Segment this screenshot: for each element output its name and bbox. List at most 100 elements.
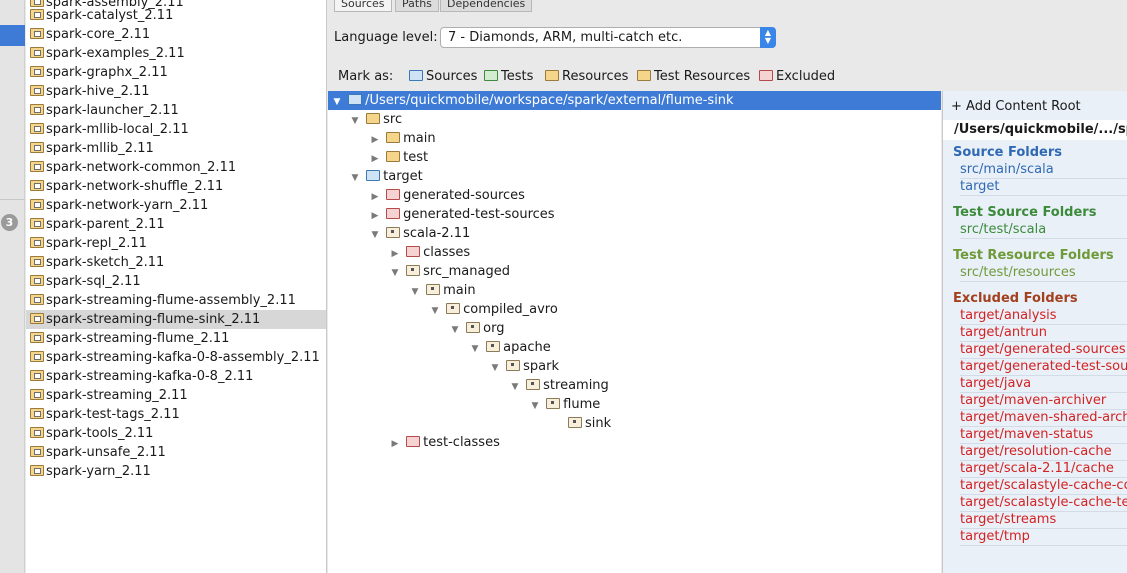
excluded-folder-item[interactable]: target/generated-sources (960, 342, 1127, 359)
mark-resources-button[interactable]: Resources (545, 69, 628, 84)
tree-node-apache[interactable]: ▼ apache (468, 338, 551, 357)
tree-node-spark[interactable]: ▼ spark (488, 357, 559, 376)
content-root-path[interactable]: /Users/quickmobile/.../spark (943, 120, 1127, 140)
module-item[interactable]: spark-tools_2.11 (26, 424, 326, 443)
tree-node-test-classes[interactable]: ▶ test-classes (388, 433, 500, 452)
tree-node-scala[interactable]: ▼ scala-2.11 (368, 224, 471, 245)
tab-paths[interactable]: Paths (395, 0, 439, 12)
tree-node-classes[interactable]: ▶ classes (388, 243, 471, 262)
excluded-folder-item[interactable]: target/tmp (960, 529, 1127, 546)
package-folder-icon (568, 417, 582, 428)
tree-node-sink[interactable]: sink (568, 414, 611, 433)
gutter-selection[interactable] (0, 25, 25, 46)
count-badge[interactable]: 3 (1, 214, 18, 231)
excluded-folder-item[interactable]: target/antrun (960, 325, 1127, 342)
module-item[interactable]: spark-streaming-kafka-0-8_2.11 (26, 367, 326, 386)
excluded-folder-item[interactable]: target/scala-2.11/cache (960, 461, 1127, 478)
module-folder-icon (30, 218, 44, 229)
module-item[interactable]: spark-hive_2.11 (26, 82, 326, 101)
module-item[interactable]: spark-unsafe_2.11 (26, 443, 326, 462)
module-item[interactable]: spark-streaming-flume_2.11 (26, 329, 326, 348)
expand-arrow-icon[interactable]: ▼ (528, 397, 542, 416)
expand-arrow-icon[interactable]: ▼ (428, 302, 442, 321)
package-folder-icon (486, 341, 501, 352)
source-folder-icon (366, 170, 381, 181)
mark-excluded-button[interactable]: Excluded (759, 69, 835, 84)
tree-node-src-managed[interactable]: ▼ src_managed (388, 262, 510, 281)
module-item[interactable]: spark-network-common_2.11 (26, 158, 326, 177)
tree-root[interactable]: ▼ /Users/quickmobile/workspace/spark/ext… (328, 91, 941, 110)
expand-arrow-icon[interactable]: ▼ (408, 283, 422, 302)
module-item[interactable]: spark-yarn_2.11 (26, 462, 326, 481)
module-item[interactable]: spark-core_2.11 (26, 25, 326, 44)
expand-arrow-icon[interactable]: ▼ (348, 112, 362, 131)
excluded-folder-item[interactable]: target/generated-test-sources (960, 359, 1127, 376)
module-folder-icon (30, 256, 44, 267)
excluded-folder-item[interactable]: target/scalastyle-cache-compile (960, 478, 1127, 495)
excluded-folder-item[interactable]: target/scalastyle-cache-test (960, 495, 1127, 512)
source-folder-item[interactable]: src/main/scala (960, 162, 1127, 179)
module-item[interactable]: spark-test-tags_2.11 (26, 405, 326, 424)
language-level-label: Language level: (334, 30, 438, 45)
expand-arrow-icon[interactable]: ▼ (508, 378, 522, 397)
tree-node-src-managed-main[interactable]: ▼ main (408, 281, 476, 300)
excluded-folder-item[interactable]: target/maven-status (960, 427, 1127, 444)
module-item[interactable]: spark-examples_2.11 (26, 44, 326, 63)
excluded-folder-item[interactable]: target/streams (960, 512, 1127, 529)
tree-node-target[interactable]: ▼ target (348, 167, 423, 186)
tab-sources[interactable]: Sources (334, 0, 392, 12)
excluded-folder-item[interactable]: target/analysis (960, 308, 1127, 325)
source-folder-icon (409, 70, 423, 81)
tree-node-flume[interactable]: ▼ flume (528, 395, 601, 416)
module-item[interactable]: spark-streaming-flume-assembly_2.11 (26, 291, 326, 310)
excluded-folder-icon (759, 70, 773, 81)
expand-arrow-icon[interactable]: ▼ (468, 340, 482, 359)
module-folder-icon (30, 104, 44, 115)
test-source-folder-item[interactable]: src/test/scala (960, 222, 1127, 239)
source-folder-item[interactable]: target (960, 179, 1127, 196)
mark-sources-button[interactable]: Sources (409, 69, 477, 84)
collapse-arrow-icon[interactable]: ▶ (388, 435, 402, 454)
module-item[interactable]: spark-sketch_2.11 (26, 253, 326, 272)
module-item[interactable]: spark-mllib_2.11 (26, 139, 326, 158)
excluded-folder-item[interactable]: target/resolution-cache (960, 444, 1127, 461)
module-item[interactable]: spark-graphx_2.11 (26, 63, 326, 82)
add-content-root-button[interactable]: + Add Content Root (951, 99, 1081, 114)
module-folder-icon (30, 123, 44, 134)
module-item-selected[interactable]: spark-streaming-flume-sink_2.11 (26, 310, 326, 329)
expand-arrow-icon[interactable]: ▼ (488, 359, 502, 378)
module-item[interactable]: spark-sql_2.11 (26, 272, 326, 291)
expand-arrow-icon[interactable]: ▼ (388, 264, 402, 283)
module-item[interactable]: spark-parent_2.11 (26, 215, 326, 234)
mark-test-resources-button[interactable]: Test Resources (637, 69, 750, 84)
expand-arrow-icon[interactable]: ▼ (348, 169, 362, 188)
module-item[interactable]: spark-launcher_2.11 (26, 101, 326, 120)
language-level-select[interactable]: 7 - Diamonds, ARM, multi-catch etc. ▲ ▼ (440, 27, 776, 48)
tree-node-src[interactable]: ▼ src (348, 110, 403, 131)
excluded-folder-item[interactable]: target/maven-shared-archive-resources (960, 410, 1127, 427)
expand-arrow-icon[interactable]: ▼ (330, 93, 344, 112)
module-list[interactable]: spark-assembly_2.11 spark-catalyst_2.11 … (26, 0, 327, 573)
module-item[interactable]: spark-streaming_2.11 (26, 386, 326, 405)
excluded-folder-item[interactable]: target/java (960, 376, 1127, 393)
mark-tests-button[interactable]: Tests (484, 69, 533, 84)
tree-node-test[interactable]: ▶ test (368, 148, 429, 167)
tree-node-generated-test-sources[interactable]: ▶ generated-test-sources (368, 205, 555, 224)
module-item[interactable]: spark-mllib-local_2.11 (26, 120, 326, 139)
test-resource-folder-item[interactable]: src/test/resources (960, 265, 1127, 282)
module-item[interactable]: spark-network-yarn_2.11 (26, 196, 326, 215)
tree-node-main[interactable]: ▶ main (368, 129, 436, 148)
tree-node-streaming[interactable]: ▼ streaming (508, 376, 609, 395)
module-item[interactable]: spark-catalyst_2.11 (26, 6, 326, 25)
tree-node-compiled-avro[interactable]: ▼ compiled_avro (428, 300, 558, 319)
excluded-folder-item[interactable]: target/maven-archiver (960, 393, 1127, 410)
tab-dependencies[interactable]: Dependencies (440, 0, 533, 12)
tree-node-generated-sources[interactable]: ▶ generated-sources (368, 186, 525, 205)
folder-tree[interactable]: ▼ /Users/quickmobile/workspace/spark/ext… (328, 91, 941, 573)
expand-arrow-icon[interactable]: ▼ (448, 321, 462, 340)
tree-node-org[interactable]: ▼ org (448, 319, 505, 340)
expand-arrow-icon[interactable]: ▼ (368, 226, 382, 245)
module-item[interactable]: spark-repl_2.11 (26, 234, 326, 253)
module-item[interactable]: spark-network-shuffle_2.11 (26, 177, 326, 196)
module-item[interactable]: spark-streaming-kafka-0-8-assembly_2.11 (26, 348, 326, 367)
